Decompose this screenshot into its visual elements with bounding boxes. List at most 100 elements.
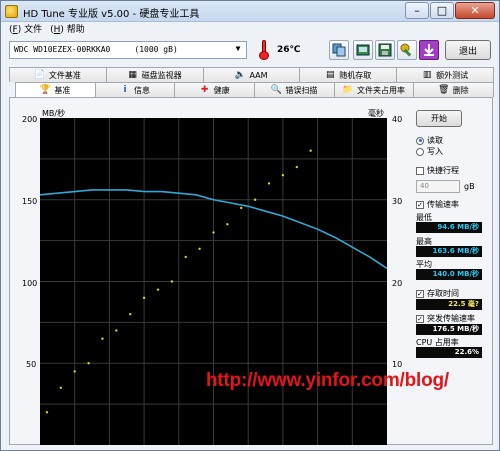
- tab-label: AAM: [249, 70, 268, 80]
- minimize-button[interactable]: –: [405, 2, 429, 19]
- checkbox-box: ✓: [416, 200, 424, 209]
- access-time-point: [267, 182, 271, 185]
- write-label: 写入: [427, 147, 443, 156]
- exit-button[interactable]: 退出: [445, 40, 491, 60]
- quick-stroke-input[interactable]: 40: [416, 180, 460, 193]
- close-button[interactable]: ✕: [455, 2, 495, 19]
- access-time-point: [45, 411, 49, 414]
- access-time-checkbox[interactable]: ✓ 存取时间: [416, 288, 459, 299]
- tests-icon: ▥: [422, 70, 432, 80]
- quick-label: 快捷行程: [427, 166, 459, 175]
- burst-label: 突发传输速率: [427, 314, 475, 323]
- tab-extra-tests[interactable]: ▥ 额外测试: [396, 67, 494, 82]
- download-icon: [424, 44, 434, 56]
- wrench-icon: [400, 43, 412, 57]
- magnifier-icon: 🔍: [270, 85, 282, 95]
- access-time-point: [73, 370, 76, 373]
- tab-label: 文件夹占用率: [357, 85, 406, 95]
- radio-dot: [416, 147, 424, 156]
- cpu-value: 22.6%: [416, 347, 482, 358]
- grid-icon: ▤: [326, 70, 335, 80]
- tab-row-2: 🏆 基准 i 信息 ✚ 健康 🔍 错误扫描 📁 文件夹占用率 🗑 删除: [15, 82, 495, 97]
- tab-folder-usage[interactable]: 📁 文件夹占用率: [333, 82, 415, 97]
- menu-bar: (F) 文件 (H) 帮助: [1, 22, 499, 37]
- tab-label: 额外测试: [436, 70, 469, 80]
- monitor-icon: ▦: [128, 70, 137, 80]
- title-bar: HD Tune 专业版 v5.00 - 硬盘专业工具 – □ ✕: [1, 1, 499, 22]
- save-icon: [378, 43, 392, 57]
- save-button[interactable]: [375, 40, 395, 60]
- quick-stroke-unit: gB: [464, 182, 475, 191]
- y-right-tick: 20: [392, 279, 403, 288]
- menu-help[interactable]: (H) 帮助: [50, 22, 85, 37]
- tab-health[interactable]: ✚ 健康: [174, 82, 256, 97]
- download-button[interactable]: [419, 40, 439, 60]
- access-time-point: [309, 149, 312, 152]
- speaker-icon: 🔈: [234, 70, 247, 80]
- temperature-value: 26℃: [277, 45, 301, 55]
- access-time-point: [59, 386, 63, 389]
- thermometer-icon: [259, 40, 269, 60]
- maximize-button[interactable]: □: [430, 2, 454, 19]
- info-icon: i: [123, 85, 127, 95]
- y-left-tick: 150: [22, 197, 38, 206]
- access-time-point: [253, 198, 257, 201]
- tab-error-scan[interactable]: 🔍 错误扫描: [254, 82, 335, 97]
- y-left-tick: 50: [26, 360, 37, 369]
- access-label: 存取时间: [427, 289, 459, 298]
- drive-select-value: WDC WD10EZEX-00RKKA0 (1000 gB): [14, 45, 178, 54]
- y-right-tick: 40: [392, 115, 403, 124]
- benchmark-icon: 🏆: [39, 85, 51, 95]
- copy-screen-button[interactable]: [353, 40, 373, 60]
- app-icon: [5, 5, 18, 18]
- avg-value: 140.0 MB/秒: [416, 269, 482, 280]
- min-value: 94.6 MB/秒: [416, 222, 482, 233]
- checkbox-box: ✓: [416, 314, 424, 323]
- access-time-point: [198, 247, 201, 250]
- quick-stroke-checkbox[interactable]: 快捷行程: [416, 165, 459, 176]
- access-time-value: 22.5 毫?: [416, 299, 482, 310]
- y-left-tick: 100: [22, 279, 38, 288]
- access-time-point: [295, 165, 298, 169]
- checkbox-box: [416, 166, 424, 175]
- access-time-point: [156, 288, 160, 291]
- y-left-tick: 200: [22, 115, 38, 124]
- tab-label: 健康: [213, 85, 230, 95]
- max-value: 163.6 MB/秒: [416, 246, 482, 257]
- access-time-point: [115, 329, 118, 332]
- y-right-tick: 10: [392, 360, 403, 369]
- access-time-point: [170, 280, 174, 283]
- menu-file[interactable]: (F) 文件: [9, 22, 42, 37]
- read-radio[interactable]: 读取: [416, 135, 443, 146]
- transfer-rate-checkbox[interactable]: ✓ 传输速率: [416, 199, 459, 210]
- copy-button[interactable]: [329, 40, 349, 60]
- trash-icon: 🗑: [437, 85, 450, 95]
- checkbox-box: ✓: [416, 289, 424, 298]
- file-icon: 📄: [34, 70, 46, 80]
- tab-label: 随机存取: [339, 70, 372, 80]
- tab-file-benchmark[interactable]: 📄 文件基准: [9, 67, 107, 82]
- drive-select[interactable]: WDC WD10EZEX-00RKKA0 (1000 gB) ▼: [9, 41, 247, 59]
- toolbar: WDC WD10EZEX-00RKKA0 (1000 gB) ▼ 26℃ 退出: [1, 37, 499, 63]
- copy-screen-icon: [356, 44, 370, 56]
- tab-disk-monitor[interactable]: ▦ 磁盘监视器: [105, 67, 204, 82]
- access-time-point: [129, 313, 132, 316]
- access-time-point: [226, 223, 229, 226]
- tab-label: 基准: [54, 85, 71, 95]
- tab-random-access[interactable]: ▤ 随机存取: [299, 67, 398, 82]
- options-button[interactable]: [397, 40, 417, 60]
- benchmark-panel: MB/秒 毫秒 200 150 100 50 40 30 20 10 开始 读取…: [9, 97, 493, 445]
- tab-aam[interactable]: 🔈 AAM: [202, 67, 301, 82]
- tab-info[interactable]: i 信息: [94, 82, 176, 97]
- tab-label: 删除: [452, 85, 469, 95]
- watermark-url: http://www.yinfor.com/blog/: [206, 370, 449, 391]
- write-radio[interactable]: 写入: [416, 146, 443, 157]
- tab-erase[interactable]: 🗑 删除: [413, 82, 495, 97]
- start-button[interactable]: 开始: [416, 110, 462, 127]
- tab-benchmark[interactable]: 🏆 基准: [15, 82, 96, 97]
- chevron-down-icon: ▼: [235, 44, 241, 53]
- access-time-point: [281, 174, 285, 177]
- radio-dot: [416, 136, 424, 145]
- window-title: HD Tune 专业版 v5.00 - 硬盘专业工具: [23, 9, 200, 20]
- burst-rate-checkbox[interactable]: ✓ 突发传输速率: [416, 313, 475, 324]
